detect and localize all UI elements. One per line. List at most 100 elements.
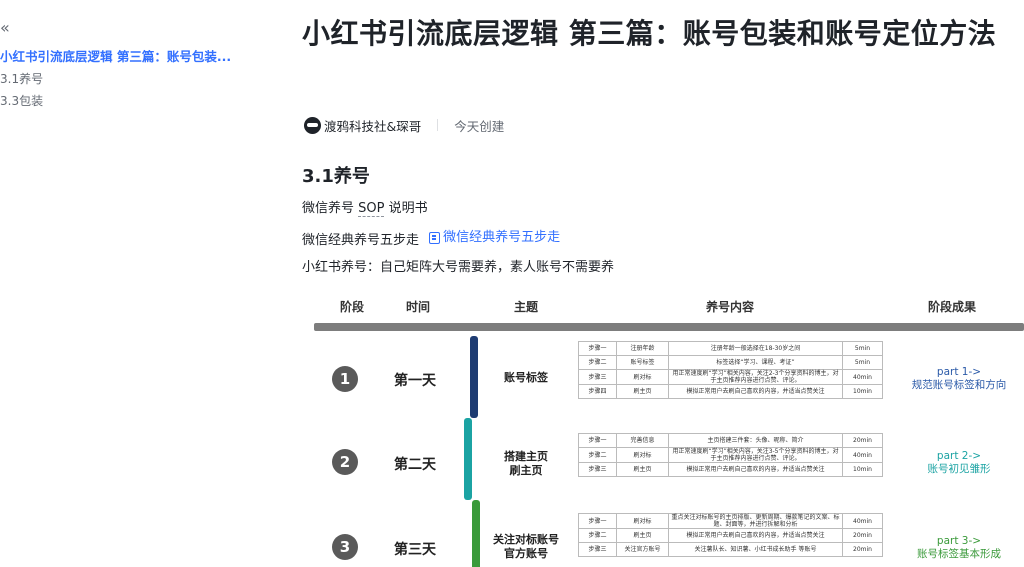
paragraph-text: 说明书 (384, 201, 428, 216)
step-description: 模拟正常用户去刷自己喜欢的内容，并适当点赞关注 (668, 384, 843, 399)
step-row: 步骤三 关注官方账号 关注薯队长、知识薯、小红书成长助手 等账号 20min (578, 542, 883, 557)
step-description: 用正常速度刷“学习”相关内容，关注2-3个分享资料的博主，对于主页推荐内容进行点… (668, 369, 843, 385)
stage-theme: 关注对标账号 官方账号 (493, 533, 559, 560)
stage-number: 1 (332, 366, 358, 392)
step-duration: 20min (842, 528, 883, 543)
header-time: 时间 (406, 300, 431, 314)
toc-item-3-1[interactable]: 3.1养号 (0, 68, 245, 90)
doc-meta: 渡鸦科技社&琛哥 今天创建 (304, 116, 504, 134)
step-index: 步骤四 (578, 384, 617, 399)
steps-table: 步骤一 注册年龄 注册年龄一般选择在18-30岁之间 5min 步骤二 账号标签 标签选择“… (578, 341, 883, 399)
step-name: 刷对标 (616, 369, 669, 385)
toc-item-doc-title[interactable]: 小红书引流底层逻辑 第三篇：账号包装... (0, 46, 245, 68)
result-part: part 2-> (936, 450, 982, 462)
step-duration: 20min (842, 542, 883, 557)
header-divider (314, 323, 1024, 331)
step-description: 注册年龄一般选择在18-30岁之间 (668, 341, 843, 356)
paragraph-xhs: 小红书养号：自己矩阵大号需要养，素人账号不需要养 (302, 260, 615, 275)
underlined-term[interactable]: SOP (358, 201, 385, 217)
step-name: 注册年龄 (616, 341, 669, 356)
paragraph-text: 微信养号 (302, 201, 359, 216)
doc-link[interactable]: 微信经典养号五步走 (429, 228, 560, 248)
step-row: 步骤二 刷对标 用正常速度刷“学习”相关内容，关注3-5个分享资料的博主，对于主页推… (578, 447, 883, 463)
step-row: 步骤一 注册年龄 注册年龄一般选择在18-30岁之间 5min (578, 341, 883, 356)
step-index: 步骤三 (578, 462, 617, 477)
stage-number: 2 (332, 449, 358, 475)
stage-theme: 搭建主页 刷主页 (504, 450, 548, 477)
stage-color-bar (472, 500, 480, 567)
stage-number: 3 (332, 534, 358, 560)
step-description: 标签选择“学习、课程、考证” (668, 355, 843, 370)
paragraph-five-steps: 微信经典养号五步走 微信经典养号五步走 (302, 228, 560, 251)
step-row: 步骤三 刷主页 模拟正常用户去刷自己喜欢的内容，并适当点赞关注 10min (578, 462, 883, 477)
steps-table: 步骤一 完善信息 主页搭建三件套：头像、昵称、简介 20min 步骤二 刷对标 用正常速度刷… (578, 433, 883, 477)
step-index: 步骤二 (578, 355, 617, 370)
step-row: 步骤二 账号标签 标签选择“学习、课程、考证” 5min (578, 355, 883, 370)
step-index: 步骤三 (578, 369, 617, 385)
step-name: 刷主页 (616, 462, 669, 477)
step-duration: 20min (842, 433, 883, 448)
section-heading: 3.1养号 (302, 166, 370, 187)
step-duration: 10min (842, 384, 883, 399)
step-description: 模拟正常用户去刷自己喜欢的内容，并适当点赞关注 (668, 462, 843, 477)
header-content: 养号内容 (706, 300, 755, 314)
step-index: 步骤三 (578, 542, 617, 557)
step-duration: 5min (842, 341, 883, 356)
toc-items: 小红书引流底层逻辑 第三篇：账号包装... 3.1养号 3.3包装 (0, 46, 250, 112)
step-name: 刷对标 (616, 447, 669, 463)
step-duration: 40min (842, 447, 883, 463)
doc-link-label[interactable]: 微信经典养号五步走 (443, 228, 560, 248)
stage-color-bar (464, 418, 472, 500)
header-result: 阶段成果 (928, 300, 977, 314)
document-icon (429, 232, 441, 244)
step-description: 主页搭建三件套：头像、昵称、简介 (668, 433, 843, 448)
embedded-image[interactable]: 阶段 时间 主题 养号内容 阶段成果 1 第一天 账号标签 步骤一 注册年龄 注册年… (302, 290, 1024, 567)
step-row: 步骤四 刷主页 模拟正常用户去刷自己喜欢的内容，并适当点赞关注 10min (578, 384, 883, 399)
avatar[interactable] (304, 116, 321, 134)
image-header-row: 阶段 时间 主题 养号内容 阶段成果 (302, 298, 1024, 318)
author-name[interactable]: 渡鸦科技社&琛哥 (324, 116, 421, 135)
step-description: 关注薯队长、知识薯、小红书成长助手 等账号 (668, 542, 843, 557)
stage-theme: 账号标签 (504, 371, 548, 384)
stage-day: 第三天 (394, 542, 436, 558)
step-duration: 5min (842, 355, 883, 370)
step-index: 步骤一 (578, 433, 617, 448)
divider (437, 119, 439, 131)
header-theme: 主题 (514, 300, 539, 314)
stage-result: part 3-> 账号标签基本形成 (904, 535, 1014, 561)
stage-day: 第一天 (394, 373, 436, 389)
toc-item-3-3[interactable]: 3.3包装 (0, 90, 245, 112)
result-part: part 3-> (936, 535, 982, 547)
step-row: 步骤一 完善信息 主页搭建三件套：头像、昵称、简介 20min (578, 433, 883, 448)
paragraph-sop: 微信养号 SOP 说明书 (302, 199, 428, 219)
step-description: 用正常速度刷“学习”相关内容，关注3-5个分享资料的博主，对于主页推荐内容进行点… (668, 447, 843, 463)
result-text: 规范账号标签和方向 (911, 379, 1007, 391)
steps-table: 步骤一 刷对标 重点关注对标账号的主页排版、更新周期、爆款笔记的文案、标题、封面等，… (578, 513, 883, 557)
stage-result: part 1-> 规范账号标签和方向 (904, 366, 1014, 392)
stage-result: part 2-> 账号初见雏形 (904, 450, 1014, 476)
page-title: 小红书引流底层逻辑 第三篇：账号包装和账号定位方法 (302, 17, 997, 50)
step-name: 刷对标 (616, 513, 669, 529)
header-stage: 阶段 (340, 300, 365, 314)
created-time: 今天创建 (454, 118, 505, 134)
step-name: 完善信息 (616, 433, 669, 448)
paragraph-text: 微信经典养号五步走 (302, 233, 420, 248)
step-row: 步骤三 刷对标 用正常速度刷“学习”相关内容，关注2-3个分享资料的博主，对于主页推… (578, 369, 883, 385)
stage-color-bar (470, 336, 478, 418)
step-name: 刷主页 (616, 528, 669, 543)
step-index: 步骤一 (578, 513, 617, 529)
stage-day: 第二天 (394, 457, 436, 473)
result-text: 账号标签基本形成 (917, 548, 1001, 560)
step-description: 模拟正常用户去刷自己喜欢的内容，并适当点赞关注 (668, 528, 843, 543)
step-name: 关注官方账号 (616, 542, 669, 557)
step-duration: 40min (842, 369, 883, 385)
result-part: part 1-> (936, 366, 982, 378)
step-index: 步骤一 (578, 341, 617, 356)
step-index: 步骤二 (578, 447, 617, 463)
step-row: 步骤二 刷主页 模拟正常用户去刷自己喜欢的内容，并适当点赞关注 20min (578, 528, 883, 543)
step-duration: 10min (842, 462, 883, 477)
result-text: 账号初见雏形 (927, 463, 991, 475)
collapse-sidebar-icon[interactable]: « (0, 18, 10, 38)
step-duration: 40min (842, 513, 883, 529)
step-description: 重点关注对标账号的主页排版、更新周期、爆款笔记的文案、标题、封面等，并进行拆解和… (668, 513, 843, 529)
